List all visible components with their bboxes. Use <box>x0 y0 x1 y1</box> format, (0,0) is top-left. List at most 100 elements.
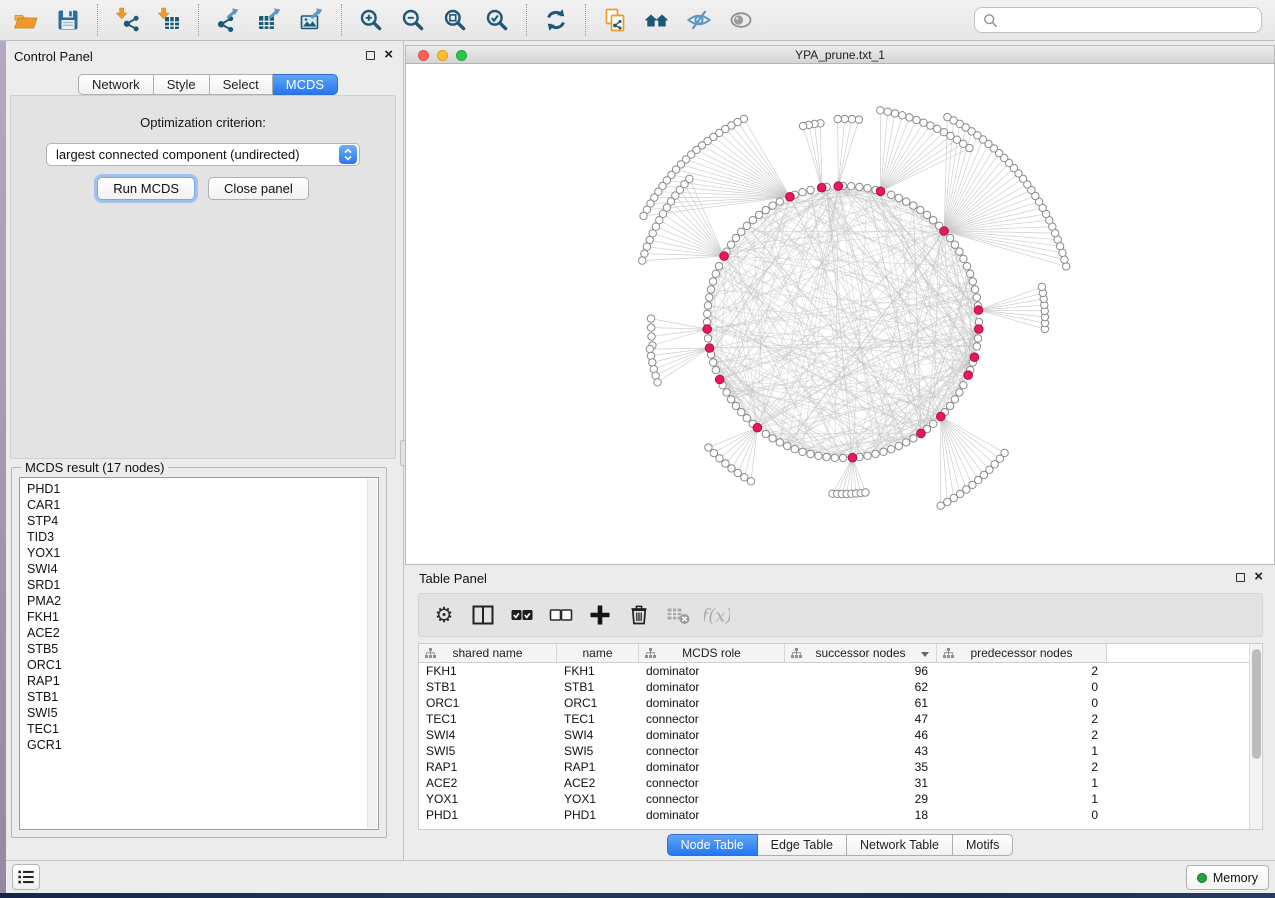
network-node[interactable] <box>855 116 862 123</box>
network-node[interactable] <box>946 402 953 409</box>
network-node[interactable] <box>823 453 830 460</box>
network-node[interactable] <box>910 435 917 442</box>
network-node[interactable] <box>706 294 713 301</box>
network-dominator-node[interactable] <box>940 227 949 236</box>
network-dominator-node[interactable] <box>964 371 973 380</box>
mcds-result-item[interactable]: STB1 <box>27 689 378 705</box>
network-canvas[interactable] <box>406 65 1274 565</box>
network-dominator-node[interactable] <box>876 187 885 196</box>
network-node[interactable] <box>710 278 717 285</box>
table-row[interactable]: ACE2 ACE2 connector 31 1 <box>419 775 1262 791</box>
table-row[interactable]: ORC1 ORC1 dominator 61 0 <box>419 695 1262 711</box>
network-node[interactable] <box>944 113 951 120</box>
network-node[interactable] <box>640 212 647 219</box>
mcds-result-item[interactable]: YOX1 <box>27 545 378 561</box>
network-node[interactable] <box>749 217 756 224</box>
network-window-titlebar[interactable]: YPA_prune.txt_1 <box>406 46 1274 64</box>
network-node[interactable] <box>877 107 884 114</box>
network-node[interactable] <box>930 217 937 224</box>
network-node[interactable] <box>799 189 806 196</box>
hide-selected-button[interactable] <box>678 3 720 37</box>
network-node[interactable] <box>647 315 654 322</box>
table-row[interactable]: STB1 STB1 dominator 62 0 <box>419 679 1262 695</box>
import-table-button[interactable] <box>148 3 190 37</box>
network-node[interactable] <box>755 211 762 218</box>
network-node[interactable] <box>848 116 855 123</box>
run-mcds-button[interactable]: Run MCDS <box>97 177 195 200</box>
network-node[interactable] <box>930 420 937 427</box>
float-table-panel-icon[interactable] <box>1236 573 1245 582</box>
optimization-criterion-select[interactable]: largest connected component (undirected) <box>46 143 360 166</box>
zoom-selected-button[interactable] <box>476 3 518 37</box>
network-dominator-node[interactable] <box>975 325 984 334</box>
network-node[interactable] <box>839 454 846 461</box>
network-node[interactable] <box>963 263 970 270</box>
network-node[interactable] <box>704 335 711 342</box>
network-node[interactable] <box>934 125 941 132</box>
network-node[interactable] <box>888 191 895 198</box>
network-node[interactable] <box>917 206 924 213</box>
network-node[interactable] <box>960 255 967 262</box>
table-row[interactable]: PHD1 PHD1 dominator 18 0 <box>419 807 1262 823</box>
mcds-result-item[interactable]: ACE2 <box>27 625 378 641</box>
network-node[interactable] <box>1063 263 1070 270</box>
network-node[interactable] <box>815 452 822 459</box>
mcds-result-item[interactable]: TID3 <box>27 529 378 545</box>
show-all-button[interactable] <box>720 3 762 37</box>
table-row[interactable]: SWI5 SWI5 connector 43 1 <box>419 743 1262 759</box>
network-node[interactable] <box>913 116 920 123</box>
network-node[interactable] <box>903 198 910 205</box>
mcds-list-scrollbar[interactable] <box>367 479 377 828</box>
mcds-result-item[interactable]: FKH1 <box>27 609 378 625</box>
network-node[interactable] <box>712 270 719 277</box>
mcds-result-item[interactable]: RAP1 <box>27 673 378 689</box>
network-node[interactable] <box>646 345 653 352</box>
network-node[interactable] <box>888 446 895 453</box>
network-dominator-node[interactable] <box>705 344 714 353</box>
select-all-button[interactable] <box>507 600 537 630</box>
network-node[interactable] <box>723 389 730 396</box>
new-network-from-selection-button[interactable] <box>594 3 636 37</box>
network-dominator-node[interactable] <box>937 412 946 421</box>
network-node[interactable] <box>864 185 871 192</box>
network-node[interactable] <box>834 115 841 122</box>
network-node[interactable] <box>648 333 655 340</box>
network-node[interactable] <box>864 452 871 459</box>
network-node[interactable] <box>654 379 661 386</box>
network-node[interactable] <box>807 450 814 457</box>
tab-edge-table[interactable]: Edge Table <box>758 834 847 856</box>
network-node[interactable] <box>710 359 717 366</box>
network-node[interactable] <box>872 450 879 457</box>
network-dominator-node[interactable] <box>970 353 979 362</box>
network-node[interactable] <box>880 448 887 455</box>
network-node[interactable] <box>973 294 980 301</box>
network-node[interactable] <box>910 202 917 209</box>
mcds-result-item[interactable]: CAR1 <box>27 497 378 513</box>
network-dominator-node[interactable] <box>974 306 983 315</box>
network-dominator-node[interactable] <box>786 193 795 202</box>
column-header-shared-name[interactable]: shared name <box>419 644 557 662</box>
network-node[interactable] <box>769 202 776 209</box>
network-dominator-node[interactable] <box>720 252 729 261</box>
network-node[interactable] <box>639 257 646 264</box>
network-node[interactable] <box>743 222 750 229</box>
network-node[interactable] <box>643 243 650 250</box>
network-dominator-node[interactable] <box>715 375 724 384</box>
tab-network-table[interactable]: Network Table <box>847 834 953 856</box>
mcds-result-item[interactable]: PHD1 <box>27 481 378 497</box>
network-node[interactable] <box>641 250 648 257</box>
panel-list-button[interactable] <box>12 864 40 890</box>
network-node[interactable] <box>732 402 739 409</box>
network-dominator-node[interactable] <box>703 325 712 334</box>
tab-mcds[interactable]: MCDS <box>273 74 338 95</box>
delete-columns-button[interactable] <box>624 600 654 630</box>
create-column-button[interactable] <box>585 600 615 630</box>
import-network-button[interactable] <box>106 3 148 37</box>
network-node[interactable] <box>973 343 980 350</box>
column-header-predecessor-nodes[interactable]: predecessor nodes <box>937 644 1107 662</box>
network-node[interactable] <box>895 442 902 449</box>
network-node[interactable] <box>906 114 913 121</box>
network-node[interactable] <box>707 286 714 293</box>
mcds-result-item[interactable]: GCR1 <box>27 737 378 753</box>
network-node[interactable] <box>960 382 967 389</box>
